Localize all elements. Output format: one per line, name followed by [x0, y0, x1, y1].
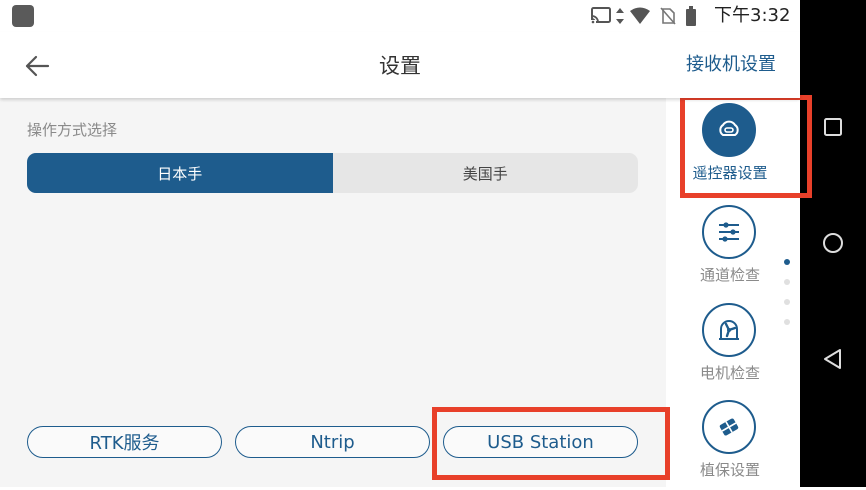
page-indicator-dot	[784, 299, 790, 305]
sliders-icon	[702, 205, 756, 259]
mode-option-japan[interactable]: 日本手	[27, 153, 333, 193]
wifi-icon	[630, 7, 650, 24]
app-icon	[12, 5, 34, 27]
no-sim-icon	[660, 7, 676, 25]
page-indicator-dot	[784, 279, 790, 285]
back-triangle-icon	[824, 349, 841, 369]
receiver-settings-link[interactable]: 接收机设置	[686, 53, 776, 77]
page-title: 设置	[379, 54, 421, 78]
operation-mode-selector: 日本手 美国手	[27, 153, 638, 193]
battery-icon	[686, 6, 696, 26]
sidebar-item-label: 电机检查	[699, 364, 760, 382]
sidebar-item-label: 植保设置	[699, 461, 760, 479]
operation-mode-label: 操作方式选择	[27, 121, 118, 139]
recents-button[interactable]	[820, 114, 846, 140]
status-bar: 下午3:32	[0, 0, 800, 32]
sidebar-item-crop-protection[interactable]: 植保设置	[666, 395, 794, 490]
usb-station-button[interactable]: USB Station	[443, 426, 638, 458]
remote-controller-icon	[702, 103, 756, 157]
settings-sidebar: 遥控器设置 通道检查 电机检查 植保设置	[666, 98, 800, 487]
spray-grid-icon	[702, 400, 756, 454]
sidebar-item-label: 通道检查	[699, 266, 760, 284]
data-arrows-icon	[616, 8, 624, 24]
system-nav-bar	[800, 0, 866, 487]
motor-icon	[702, 303, 756, 357]
header: 设置 接收机设置	[0, 32, 800, 98]
sidebar-item-label: 遥控器设置	[692, 164, 768, 182]
home-button[interactable]	[820, 230, 846, 256]
page-indicator-dot	[784, 319, 790, 325]
cast-icon	[591, 7, 611, 24]
recents-square-icon	[824, 118, 842, 136]
sidebar-item-remote-controller[interactable]: 遥控器设置	[666, 98, 794, 193]
sidebar-item-channel-check[interactable]: 通道检查	[666, 200, 794, 295]
status-time: 下午3:32	[714, 5, 791, 26]
main-panel: 操作方式选择 日本手 美国手 RTK服务 Ntrip USB Station	[0, 98, 666, 487]
mode-option-usa[interactable]: 美国手	[333, 153, 639, 193]
sidebar-item-motor-check[interactable]: 电机检查	[666, 298, 794, 393]
ntrip-button[interactable]: Ntrip	[235, 426, 430, 458]
page-indicator-dot	[784, 259, 790, 265]
status-icons	[590, 6, 697, 26]
system-back-button[interactable]	[820, 346, 846, 372]
home-circle-icon	[823, 233, 843, 253]
rtk-service-button[interactable]: RTK服务	[27, 426, 222, 458]
